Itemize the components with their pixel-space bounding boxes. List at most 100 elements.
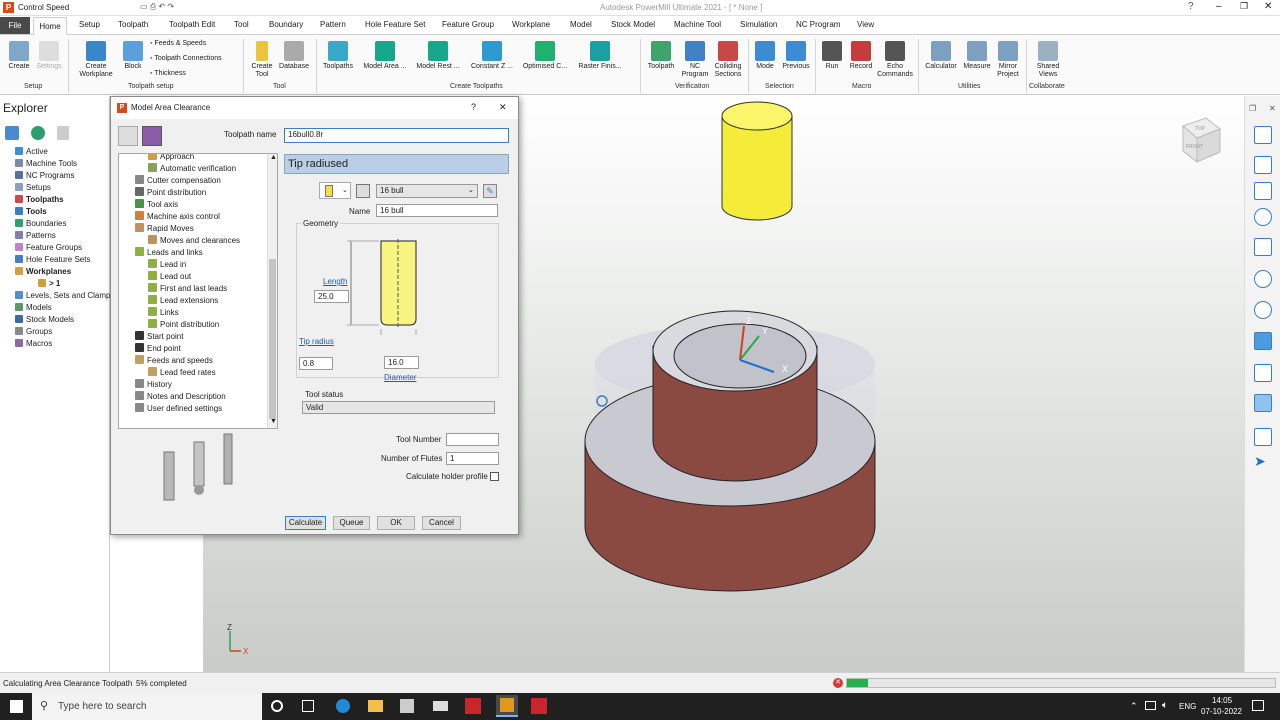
explorer-item[interactable]: Patterns [15,231,56,240]
tab-feature-group[interactable]: Feature Group [442,20,494,29]
tab-nc-program[interactable]: NC Program [796,20,840,29]
tool-number-input[interactable] [446,433,499,446]
ok-button[interactable]: OK [377,516,415,530]
diameter-link[interactable]: Diameter [384,373,416,382]
refresh-icon[interactable] [1254,238,1272,256]
database-button[interactable]: Database [277,41,311,71]
explorer-item[interactable]: Models [15,303,52,312]
scroll-down-icon[interactable]: ▼ [270,418,277,425]
tree-item[interactable]: Lead out [148,271,191,281]
calculator-button[interactable]: Calculator [922,41,960,71]
name-input[interactable]: 16 bull [376,204,498,217]
delete-icon[interactable] [57,126,69,140]
zoom-fit-icon[interactable] [1254,270,1272,288]
explorer-item[interactable]: Toolpaths [15,195,64,204]
stop-calculation-icon[interactable]: ✕ [833,678,843,688]
toolbar-restore-icon[interactable]: ❐ [1249,104,1256,113]
tab-workplane[interactable]: Workplane [512,20,550,29]
windows-start-icon[interactable] [10,700,23,713]
store-icon[interactable] [400,699,414,713]
help-icon[interactable]: ? [1188,1,1194,12]
explorer-item[interactable]: NC Programs [15,171,74,180]
thickness-button[interactable]: ▪ Thickness [150,70,186,78]
zoom-box-icon[interactable] [1254,301,1272,319]
tree-view-icon[interactable] [5,126,19,140]
previous-button[interactable]: Previous [780,41,812,71]
task-view-icon[interactable] [302,700,314,712]
settings-button[interactable]: Settings [34,41,64,71]
tree-item[interactable]: Cutter compensation [135,175,221,185]
scroll-up-icon[interactable]: ▲ [270,154,277,161]
tool-select-chevron-icon[interactable]: ⌄ [468,186,474,194]
toolbar-close-icon[interactable]: ✕ [1269,104,1276,113]
tree-item[interactable]: End point [135,343,181,353]
tree-item[interactable]: Point distribution [148,319,219,329]
colliding-sections-button[interactable]: Colliding Sections [711,41,745,79]
notifications-icon[interactable] [1252,700,1264,711]
flutes-input[interactable]: 1 [446,452,499,465]
shared-views-button[interactable]: Shared Views [1030,41,1066,79]
toolpath-name-input[interactable]: 16bull0.8r [284,128,509,143]
tool-type-dropdown[interactable]: ⌄ [319,182,351,199]
tab-model[interactable]: Model [570,20,592,29]
stock-icon[interactable] [142,126,162,146]
view-front-icon[interactable] [1254,182,1272,200]
network-icon[interactable] [1145,701,1156,710]
tree-item[interactable]: Lead feed rates [148,367,216,377]
explorer-item[interactable]: Workplanes [15,267,71,276]
powermill-icon[interactable] [496,695,518,717]
tab-file[interactable]: File [0,17,30,34]
view-iso-icon[interactable] [1254,126,1272,144]
explorer-item[interactable]: Active [15,147,48,156]
tab-view[interactable]: View [857,20,874,29]
tab-toolpath[interactable]: Toolpath [118,20,148,29]
pointer-icon[interactable]: ➤ [1254,452,1272,470]
model-area-button[interactable]: Model Area ... [360,41,410,71]
tree-item[interactable]: User defined settings [135,403,222,413]
tree-item[interactable]: Automatic verification [148,163,236,173]
tree-item[interactable]: Lead in [148,259,186,269]
tree-item[interactable]: Notes and Description [135,391,226,401]
explorer-item[interactable]: Tools [15,207,47,216]
tab-boundary[interactable]: Boundary [269,20,303,29]
mirror-project-button[interactable]: Mirror Project [994,41,1022,79]
tree-item[interactable]: Start point [135,331,183,341]
calculate-button[interactable]: Calculate [285,516,326,530]
block-button[interactable]: Block [120,41,146,71]
cortana-icon[interactable] [271,700,283,712]
tray-chevron-icon[interactable]: ⌃ [1130,701,1138,712]
tree-item[interactable]: Feeds and speeds [135,355,213,365]
create-workplane-button[interactable]: Create Workplane [72,41,120,79]
tool-library-icon[interactable] [356,184,370,198]
tree-item[interactable]: Approach [148,154,194,161]
tab-setup[interactable]: Setup [79,20,100,29]
solidworks-icon[interactable] [465,698,481,714]
model-rest-button[interactable]: Model Rest ... [412,41,464,71]
explorer-item[interactable]: > 1 [38,279,60,288]
scroll-thumb[interactable] [269,259,276,419]
length-input[interactable]: 25.0 [314,290,349,303]
explorer-item[interactable]: Boundaries [15,219,66,228]
tree-item[interactable]: Links [148,307,179,317]
select-icon[interactable] [1254,428,1272,446]
mode-button[interactable]: Mode [752,41,778,71]
optimised-button[interactable]: Optimised C... [519,41,571,71]
verify-toolpath-button[interactable]: Toolpath [644,41,678,71]
taskbar-search[interactable]: ⚲ Type here to search [32,693,262,720]
file-explorer-icon[interactable] [368,700,383,712]
run-button[interactable]: Run [819,41,845,71]
restore-icon[interactable]: ❐ [1240,1,1248,12]
tab-hole-feature-set[interactable]: Hole Feature Set [365,20,425,29]
zoom-icon[interactable] [1254,208,1272,226]
dialog-close-button[interactable]: ✕ [499,102,507,113]
explorer-item[interactable]: Groups [15,327,52,336]
wireframe-icon[interactable] [1254,364,1272,382]
tip-radius-input[interactable]: 0.8 [299,357,333,370]
length-link[interactable]: Length [323,277,347,286]
quick-access-icons[interactable]: ▭ ⎙ ↶ ↷ [140,2,180,13]
language-indicator[interactable]: ENG [1179,702,1196,711]
create-tool-button[interactable]: Create Tool [248,41,276,79]
explorer-item[interactable]: Machine Tools [15,159,77,168]
create-button[interactable]: Create [6,41,32,71]
edit-tool-icon[interactable]: ✎ [483,184,497,198]
